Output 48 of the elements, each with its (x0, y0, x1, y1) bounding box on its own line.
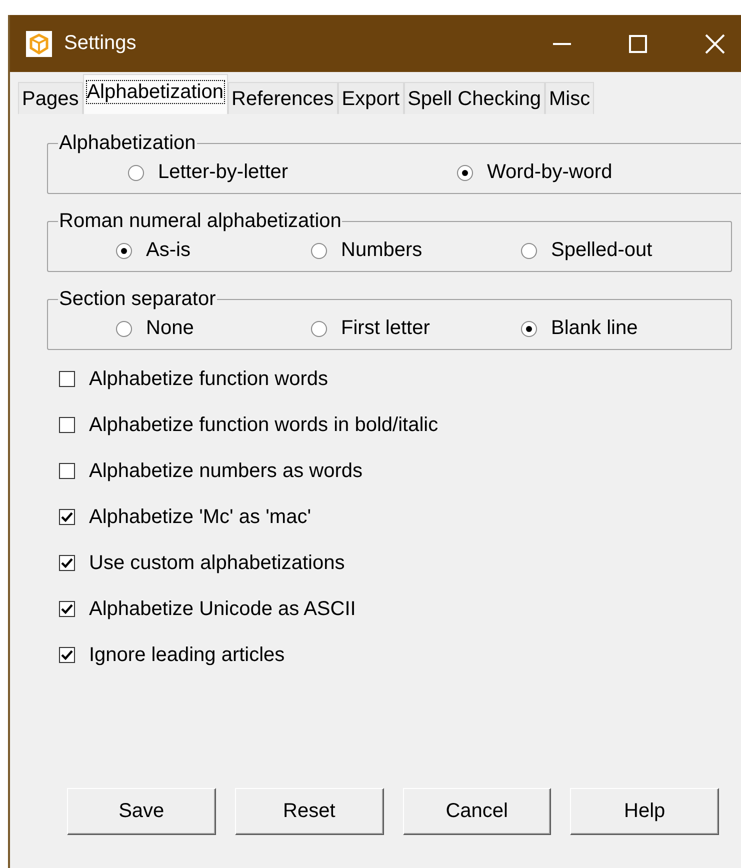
radio-label: None (146, 317, 194, 340)
radio-button[interactable] (128, 164, 144, 180)
radio-label: As-is (146, 239, 190, 262)
checkbox-label: Alphabetize function words (89, 368, 328, 390)
checkbox[interactable] (59, 417, 75, 433)
app-icon (26, 30, 52, 56)
radio-label: First letter (341, 317, 430, 340)
group-title: Alphabetization (58, 132, 197, 155)
checkbox-label: Alphabetize function words in bold/italic (89, 414, 438, 436)
checkbox[interactable] (59, 463, 75, 479)
checkbox-label: Alphabetize Unicode as ASCII (89, 598, 356, 620)
radio-button[interactable] (311, 242, 327, 258)
checkbox[interactable] (59, 555, 75, 571)
radio-button[interactable] (116, 320, 132, 336)
window-title: Settings (64, 32, 136, 55)
group-title: Roman numeral alphabetization (58, 210, 342, 233)
dialog-button[interactable]: Reset (234, 788, 384, 835)
radio-button[interactable] (521, 320, 537, 336)
checkbox[interactable] (59, 509, 75, 525)
checkbox-label: Use custom alphabetizations (89, 552, 345, 574)
radio-label: Blank line (551, 317, 638, 340)
radio-label: Spelled-out (551, 239, 652, 262)
checkbox[interactable] (59, 371, 75, 387)
radio-button[interactable] (521, 242, 537, 258)
checkbox-label: Alphabetize numbers as words (89, 460, 362, 482)
tab[interactable]: References (228, 82, 338, 114)
tab[interactable]: Export (338, 82, 404, 114)
close-icon[interactable] (705, 34, 725, 54)
dialog-button[interactable]: Save (67, 788, 216, 835)
maximize-icon[interactable] (629, 34, 647, 52)
radio-label: Numbers (341, 239, 422, 262)
checkbox[interactable] (59, 601, 75, 617)
radio-label: Word-by-word (487, 161, 612, 184)
minimize-icon[interactable] (553, 42, 571, 44)
tab[interactable]: Misc (545, 82, 594, 114)
radio-button[interactable] (311, 320, 327, 336)
group-title: Section separator (58, 288, 217, 311)
checkbox-label: Ignore leading articles (89, 644, 285, 666)
radio-label: Letter-by-letter (158, 161, 288, 184)
dialog-button[interactable]: Help (570, 788, 719, 835)
tab[interactable]: Pages (18, 82, 83, 114)
dialog-button[interactable]: Cancel (402, 788, 552, 835)
checkbox-label: Alphabetize 'Mc' as 'mac' (89, 506, 312, 528)
tab[interactable]: Spell Checking (404, 82, 546, 114)
tab[interactable]: Alphabetization (82, 74, 228, 114)
radio-button[interactable] (457, 164, 473, 180)
checkbox[interactable] (59, 647, 75, 663)
radio-button[interactable] (116, 242, 132, 258)
